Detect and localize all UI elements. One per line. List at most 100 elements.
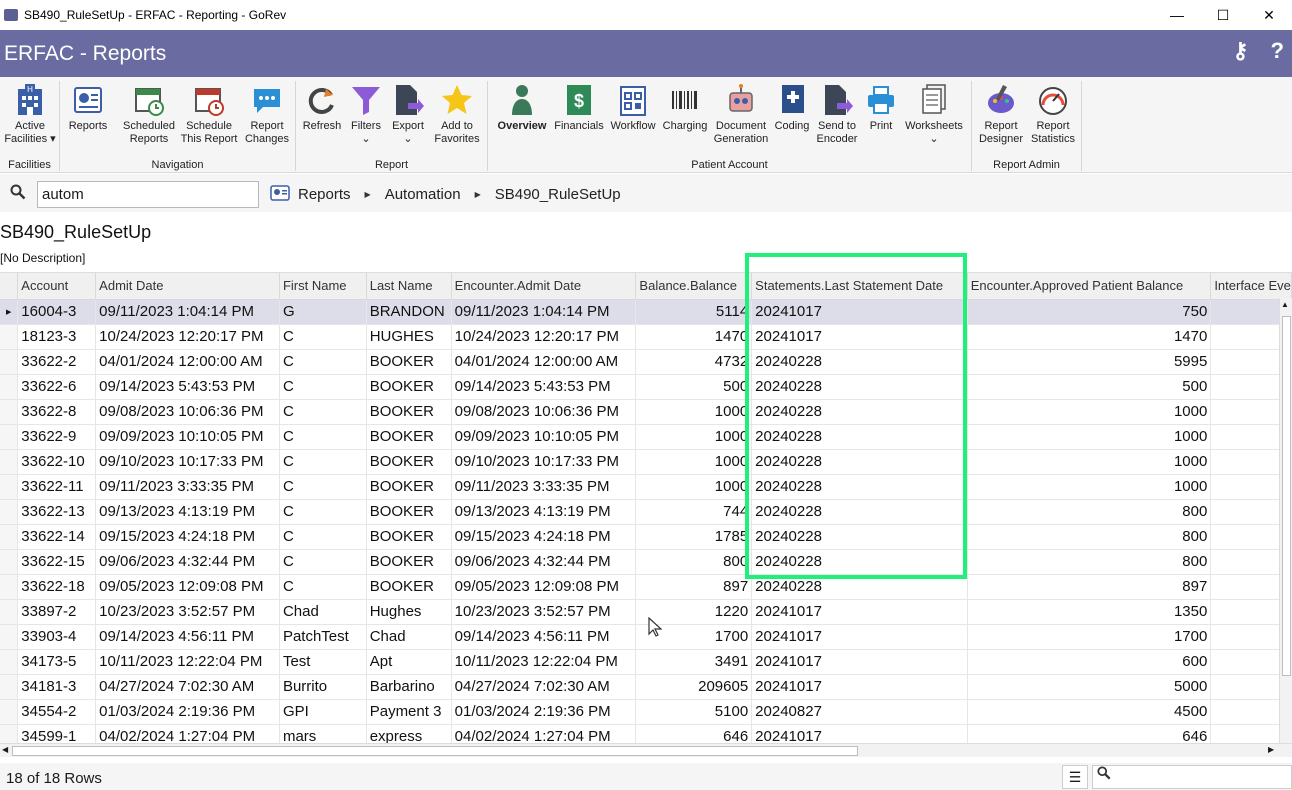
table-cell[interactable]: 33622-8: [17, 399, 97, 425]
worksheets-button[interactable]: Worksheets ⌄: [902, 83, 966, 146]
table-cell[interactable]: 33897-2: [17, 599, 97, 625]
table-cell[interactable]: 09/11/2023 3:33:35 PM: [95, 474, 280, 500]
row-header[interactable]: [0, 699, 19, 725]
column-header[interactable]: Encounter.Approved Patient Balance: [967, 273, 1212, 300]
table-cell[interactable]: 20240228: [751, 549, 968, 575]
breadcrumb-item-reports[interactable]: Reports: [298, 186, 351, 203]
table-row[interactable]: 33622-2 04/01/2024 12:00:00 AM C BOOKER 04/0…: [0, 349, 1292, 375]
table-cell[interactable]: 09/15/2023 4:24:18 PM: [451, 524, 637, 550]
table-row[interactable]: 33622-14 09/15/2023 4:24:18 PM C BOOKER 09/1…: [0, 524, 1292, 550]
table-cell[interactable]: C: [279, 399, 367, 425]
search-input[interactable]: [37, 181, 259, 208]
table-cell[interactable]: 1000: [967, 449, 1212, 475]
table-cell[interactable]: BOOKER: [366, 574, 452, 600]
table-cell[interactable]: 800: [967, 549, 1212, 575]
row-header[interactable]: [0, 349, 19, 375]
table-cell[interactable]: 04/01/2024 12:00:00 AM: [95, 349, 280, 375]
table-cell[interactable]: 34599-1: [17, 724, 97, 743]
table-cell[interactable]: 33622-11: [17, 474, 97, 500]
table-row[interactable]: 34173-5 10/11/2023 12:22:04 PM Test Apt 10/1…: [0, 649, 1292, 675]
table-cell[interactable]: 09/14/2023 4:56:11 PM: [95, 624, 280, 650]
document-generation-button[interactable]: Document Generation: [712, 83, 770, 146]
print-button[interactable]: Print: [862, 83, 900, 133]
table-cell[interactable]: 09/13/2023 4:13:19 PM: [95, 499, 280, 525]
table-cell[interactable]: 09/11/2023 3:33:35 PM: [451, 474, 637, 500]
table-cell[interactable]: 4500: [967, 699, 1212, 725]
table-cell[interactable]: 09/10/2023 10:17:33 PM: [451, 449, 637, 475]
table-cell[interactable]: 800: [967, 499, 1212, 525]
report-designer-button[interactable]: Report Designer: [976, 83, 1026, 146]
table-cell[interactable]: 800: [635, 549, 753, 575]
table-cell[interactable]: 01/03/2024 2:19:36 PM: [95, 699, 280, 725]
table-cell[interactable]: 1000: [967, 424, 1212, 450]
financials-button[interactable]: $ Financials: [554, 83, 604, 133]
table-cell[interactable]: 09/14/2023 5:43:53 PM: [451, 374, 637, 400]
table-cell[interactable]: C: [279, 474, 367, 500]
table-cell[interactable]: 5995: [967, 349, 1212, 375]
table-cell[interactable]: 1350: [967, 599, 1212, 625]
table-row[interactable]: 33622-6 09/14/2023 5:43:53 PM C BOOKER 09/14…: [0, 374, 1292, 400]
table-cell[interactable]: 1000: [967, 399, 1212, 425]
table-cell[interactable]: 04/01/2024 12:00:00 AM: [451, 349, 637, 375]
table-cell[interactable]: 04/27/2024 7:02:30 AM: [451, 674, 637, 700]
table-cell[interactable]: 20241017: [751, 624, 968, 650]
table-cell[interactable]: 897: [967, 574, 1212, 600]
table-row[interactable]: 33903-4 09/14/2023 4:56:11 PM PatchTest Cha…: [0, 624, 1292, 650]
horizontal-scroll-thumb[interactable]: [12, 746, 858, 756]
table-cell[interactable]: 09/11/2023 1:04:14 PM: [451, 299, 637, 325]
user-keys-icon[interactable]: ⚷: [1232, 38, 1248, 64]
table-row[interactable]: 18123-3 10/24/2023 12:20:17 PM C HUGHES 10/2…: [0, 324, 1292, 350]
minimize-button[interactable]: —: [1154, 0, 1200, 30]
table-row[interactable]: 33622-13 09/13/2023 4:13:19 PM C BOOKER 09/1…: [0, 499, 1292, 525]
row-header[interactable]: [0, 499, 19, 525]
table-cell[interactable]: 10/24/2023 12:20:17 PM: [451, 324, 637, 350]
workflow-button[interactable]: Workflow: [608, 83, 658, 133]
table-cell[interactable]: 5100: [635, 699, 753, 725]
table-cell[interactable]: 09/09/2023 10:10:05 PM: [95, 424, 280, 450]
table-cell[interactable]: C: [279, 549, 367, 575]
grid-find-input[interactable]: [1092, 765, 1292, 789]
table-cell[interactable]: 09/10/2023 10:17:33 PM: [95, 449, 280, 475]
horizontal-scrollbar[interactable]: ◀ ▶: [0, 743, 1292, 757]
table-cell[interactable]: 1700: [967, 624, 1212, 650]
table-cell[interactable]: 209605: [635, 674, 753, 700]
table-cell[interactable]: C: [279, 424, 367, 450]
table-cell[interactable]: 34173-5: [17, 649, 97, 675]
table-cell[interactable]: GPI: [279, 699, 367, 725]
table-cell[interactable]: 1470: [967, 324, 1212, 350]
table-cell[interactable]: BOOKER: [366, 399, 452, 425]
row-header[interactable]: [0, 474, 19, 500]
table-cell[interactable]: Chad: [366, 624, 452, 650]
table-cell[interactable]: 500: [967, 374, 1212, 400]
table-cell[interactable]: 1000: [635, 399, 753, 425]
column-header[interactable]: Encounter.Admit Date: [451, 273, 637, 300]
table-cell[interactable]: 4732: [635, 349, 753, 375]
table-cell[interactable]: 20240228: [751, 374, 968, 400]
row-header[interactable]: [0, 374, 19, 400]
grid-menu-button[interactable]: ☰: [1062, 765, 1088, 789]
vertical-scrollbar[interactable]: ▲: [1279, 298, 1292, 743]
coding-button[interactable]: Coding: [772, 83, 812, 133]
table-cell[interactable]: BOOKER: [366, 449, 452, 475]
column-header[interactable]: Account: [17, 273, 97, 300]
table-cell[interactable]: 897: [635, 574, 753, 600]
table-cell[interactable]: 20241017: [751, 324, 968, 350]
table-row[interactable]: 34554-2 01/03/2024 2:19:36 PM GPI Payment 3…: [0, 699, 1292, 725]
table-cell[interactable]: 04/02/2024 1:27:04 PM: [451, 724, 637, 743]
row-header[interactable]: [0, 399, 19, 425]
breadcrumb-item-automation[interactable]: Automation: [385, 186, 461, 203]
table-row[interactable]: 33622-18 09/05/2023 12:09:08 PM C BOOKER 09/…: [0, 574, 1292, 600]
charging-button[interactable]: Charging: [660, 83, 710, 133]
table-cell[interactable]: 20241017: [751, 674, 968, 700]
table-cell[interactable]: 09/11/2023 1:04:14 PM: [95, 299, 280, 325]
table-cell[interactable]: 34181-3: [17, 674, 97, 700]
table-cell[interactable]: 1785: [635, 524, 753, 550]
table-cell[interactable]: 09/13/2023 4:13:19 PM: [451, 499, 637, 525]
table-cell[interactable]: BOOKER: [366, 349, 452, 375]
table-cell[interactable]: C: [279, 449, 367, 475]
table-row[interactable]: 34599-1 04/02/2024 1:27:04 PM mars express 0…: [0, 724, 1292, 743]
table-cell[interactable]: 1000: [635, 449, 753, 475]
table-cell[interactable]: 10/24/2023 12:20:17 PM: [95, 324, 280, 350]
table-cell[interactable]: 20240228: [751, 399, 968, 425]
report-changes-button[interactable]: Report Changes: [242, 83, 292, 146]
